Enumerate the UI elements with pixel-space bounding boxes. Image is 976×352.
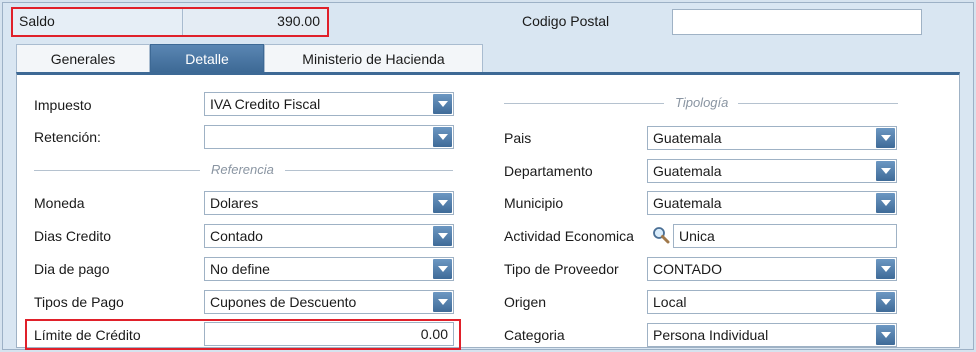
chevron-down-icon[interactable] (876, 292, 895, 312)
pais-select[interactable]: Guatemala (647, 126, 897, 150)
chevron-down-icon[interactable] (433, 94, 452, 114)
tipos-pago-value: Cupones de Descuento (210, 294, 357, 310)
municipio-select[interactable]: Guatemala (647, 191, 897, 215)
dia-pago-select[interactable]: No define (204, 257, 454, 281)
origen-value: Local (653, 294, 687, 310)
actividad-economica-label: Actividad Economica (504, 228, 634, 244)
moneda-label: Moneda (34, 195, 85, 211)
limite-credito-label: Límite de Crédito (34, 327, 141, 343)
search-icon[interactable] (652, 226, 670, 244)
tipo-proveedor-value: CONTADO (653, 261, 722, 277)
dia-pago-label: Dia de pago (34, 261, 110, 277)
pais-label: Pais (504, 130, 532, 146)
dias-credito-select[interactable]: Contado (204, 224, 454, 248)
tipos-pago-label: Tipos de Pago (34, 294, 124, 310)
codigo-postal-label: Codigo Postal (522, 13, 610, 29)
origen-select[interactable]: Local (647, 290, 897, 314)
departamento-value: Guatemala (653, 163, 722, 179)
chevron-down-icon[interactable] (876, 259, 895, 279)
referencia-title: Referencia (211, 162, 274, 177)
referencia-divider-left (34, 170, 200, 171)
municipio-value: Guatemala (653, 195, 722, 211)
chevron-down-icon[interactable] (433, 226, 452, 246)
tipologia-divider-right (738, 103, 898, 104)
tab-ministerio-hacienda[interactable]: Ministerio de Hacienda (264, 44, 483, 72)
tipos-pago-select[interactable]: Cupones de Descuento (204, 290, 454, 314)
moneda-value: Dolares (210, 195, 259, 211)
dias-credito-label: Dias Credito (34, 228, 112, 244)
chevron-down-icon[interactable] (433, 193, 452, 213)
retencion-label: Retención: (34, 129, 101, 145)
retencion-select[interactable] (204, 125, 454, 149)
tipologia-divider-left (504, 103, 664, 104)
impuesto-select[interactable]: IVA Credito Fiscal (204, 92, 454, 116)
municipio-label: Municipio (504, 195, 564, 211)
saldo-label: Saldo (13, 9, 183, 35)
dias-credito-value: Contado (210, 228, 263, 244)
categoria-value: Persona Individual (653, 327, 769, 343)
origen-label: Origen (504, 294, 547, 310)
pais-value: Guatemala (653, 130, 722, 146)
actividad-economica-input[interactable]: Unica (673, 224, 897, 248)
chevron-down-icon[interactable] (876, 161, 895, 181)
departamento-label: Departamento (504, 163, 593, 179)
moneda-select[interactable]: Dolares (204, 191, 454, 215)
limite-credito-input[interactable]: 0.00 (204, 322, 454, 346)
tipologia-title: Tipología (675, 95, 729, 110)
impuesto-value: IVA Credito Fiscal (210, 96, 321, 112)
chevron-down-icon[interactable] (876, 325, 895, 345)
chevron-down-icon[interactable] (876, 128, 895, 148)
chevron-down-icon[interactable] (433, 292, 452, 312)
impuesto-label: Impuesto (34, 97, 92, 113)
chevron-down-icon[interactable] (433, 259, 452, 279)
codigo-postal-input[interactable] (672, 9, 922, 35)
tab-generales[interactable]: Generales (16, 44, 150, 72)
chevron-down-icon[interactable] (433, 127, 452, 147)
tipo-proveedor-select[interactable]: CONTADO (647, 257, 897, 281)
referencia-divider-right (285, 170, 453, 171)
categoria-label: Categoria (504, 327, 565, 343)
chevron-down-icon[interactable] (876, 193, 895, 213)
saldo-value: 390.00 (184, 9, 326, 35)
tipo-proveedor-label: Tipo de Proveedor (504, 261, 619, 277)
tab-detalle[interactable]: Detalle (150, 44, 264, 72)
dia-pago-value: No define (210, 261, 270, 277)
categoria-select[interactable]: Persona Individual (647, 323, 897, 347)
departamento-select[interactable]: Guatemala (647, 159, 897, 183)
